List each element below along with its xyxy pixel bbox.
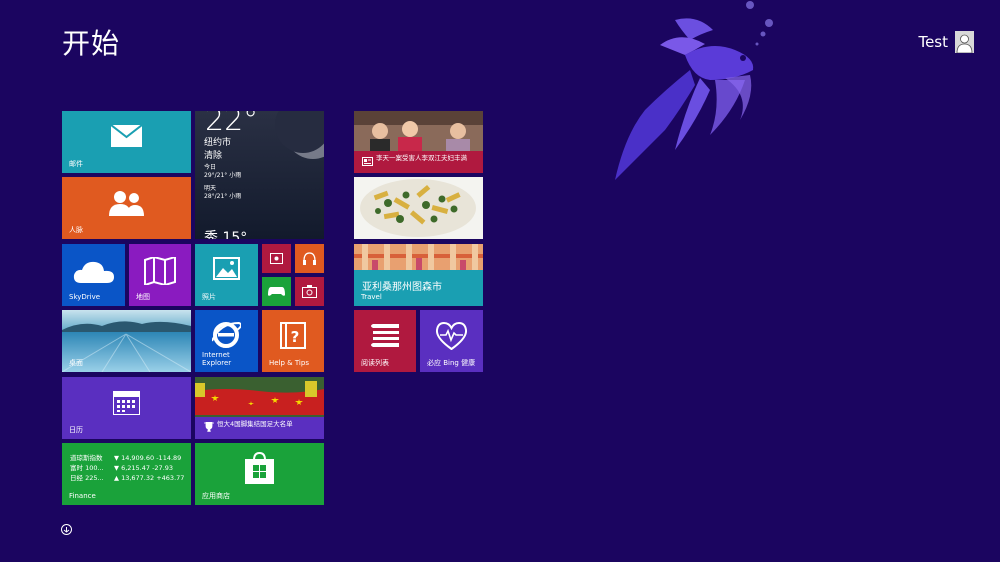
- user-account[interactable]: Test: [918, 31, 974, 53]
- quote-value: ▼ 6,215.47 -27.93: [114, 464, 174, 472]
- tile-games[interactable]: [262, 277, 291, 306]
- newspaper-icon: [362, 157, 373, 166]
- travel-title: 亚利桑那州图森市: [362, 282, 442, 293]
- tile-label: 阅读列表: [361, 359, 389, 367]
- tile-food[interactable]: [354, 177, 483, 239]
- map-icon: [144, 257, 176, 285]
- news-headline: 李天一案受害人李双江夫妇丰满: [376, 154, 467, 162]
- sports-headline-bar: 恒大4国脚集结国足大名单: [195, 417, 324, 439]
- user-name: Test: [918, 33, 948, 51]
- tile-label: 必应 Bing 健康: [427, 359, 476, 367]
- internet-explorer-icon: [212, 321, 241, 348]
- tile-video[interactable]: [262, 244, 291, 273]
- quote-name: 富时 100...: [70, 464, 104, 472]
- avatar-icon: [955, 31, 974, 53]
- weather-today-label: 今日: [204, 164, 217, 171]
- arrow-down-icon: [63, 527, 70, 533]
- people-icon: [109, 191, 144, 216]
- weather-city: 纽约市: [204, 138, 232, 148]
- tile-people[interactable]: 人脉: [62, 177, 191, 239]
- mail-icon: [111, 125, 142, 147]
- tile-ie[interactable]: Internet Explorer: [195, 310, 258, 372]
- tile-label: 应用商店: [202, 492, 230, 500]
- all-apps-down-arrow-button[interactable]: [61, 524, 72, 535]
- weather-partial: 秀 15°: [204, 230, 248, 239]
- quote-name: 道琼斯指数: [70, 454, 103, 462]
- weather-tomorrow-label: 明天: [204, 185, 217, 192]
- help-book-icon: ?: [280, 322, 306, 349]
- svg-text:?: ?: [291, 328, 300, 346]
- video-icon: [270, 253, 283, 264]
- weather-tomorrow-value: 28°/21° 小雨: [204, 193, 242, 200]
- food-pasta-photo: [354, 177, 483, 239]
- quote-value: ▼ 14,909.60 -114.89: [114, 454, 182, 462]
- store-bag-icon: [245, 452, 274, 484]
- tile-help[interactable]: ? Help & Tips: [262, 310, 324, 372]
- tile-label: Help & Tips: [269, 359, 309, 367]
- tile-reading-list[interactable]: 阅读列表: [354, 310, 416, 372]
- tile-camera[interactable]: [295, 277, 324, 306]
- news-photo: [354, 111, 483, 151]
- tile-label: SkyDrive: [69, 293, 101, 301]
- tile-store[interactable]: 应用商店: [195, 443, 324, 505]
- tile-label: Internet Explorer: [202, 351, 232, 367]
- calendar-icon: [113, 391, 140, 415]
- tile-mail[interactable]: 邮件: [62, 111, 191, 173]
- sports-team-photo: [195, 377, 324, 419]
- tile-maps[interactable]: 地图: [129, 244, 191, 306]
- reading-list-icon: [371, 324, 399, 347]
- travel-photo: [354, 244, 483, 270]
- sports-headline: 恒大4国脚集结国足大名单: [217, 420, 293, 428]
- gamepad-icon: [268, 287, 285, 296]
- camera-icon: [302, 285, 317, 298]
- tile-label: Finance: [69, 492, 96, 500]
- tile-health[interactable]: 必应 Bing 健康: [420, 310, 483, 372]
- tile-label: 邮件: [69, 160, 83, 168]
- tile-sports[interactable]: 恒大4国脚集结国足大名单: [195, 377, 324, 439]
- weather-temperature: 22°: [205, 111, 259, 138]
- tile-finance[interactable]: 道琼斯指数 ▼ 14,909.60 -114.89 富时 100... ▼ 6,21…: [62, 443, 191, 505]
- news-headline-bar: 李天一案受害人李双江夫妇丰满: [354, 151, 483, 173]
- tile-music[interactable]: [295, 244, 324, 273]
- tile-label: 地图: [136, 293, 150, 301]
- tile-label: 日历: [69, 426, 83, 434]
- finance-quotes: 道琼斯指数 ▼ 14,909.60 -114.89 富时 100... ▼ 6,21…: [70, 453, 184, 483]
- tile-skydrive[interactable]: SkyDrive: [62, 244, 125, 306]
- trophy-icon: [204, 422, 214, 432]
- tile-label: 照片: [202, 293, 216, 301]
- cloud-icon: [73, 261, 114, 283]
- tile-label: 桌面: [69, 359, 83, 367]
- tile-desktop[interactable]: 桌面: [62, 310, 191, 372]
- tile-travel[interactable]: 亚利桑那州图森市 Travel: [354, 244, 483, 306]
- tile-calendar[interactable]: 日历: [62, 377, 191, 439]
- headphones-icon: [303, 252, 316, 265]
- tile-label: Travel: [361, 293, 382, 301]
- tile-photos[interactable]: 照片: [195, 244, 258, 306]
- photo-icon: [213, 257, 240, 280]
- page-title: 开始: [62, 27, 121, 60]
- tile-news[interactable]: 李天一案受害人李双江夫妇丰满: [354, 111, 483, 173]
- tile-label: 人脉: [69, 226, 83, 234]
- quote-name: 日经 225...: [70, 474, 104, 482]
- quote-value: ▲ 13,677.32 +463.77: [114, 474, 185, 482]
- weather-today-value: 29°/21° 小雨: [204, 172, 242, 179]
- betta-fish-icon: [615, 1, 773, 180]
- tile-weather[interactable]: 22° 纽约市 清除 今日 29°/21° 小雨 明天 28°/21° 小雨 秀…: [195, 111, 324, 239]
- heart-pulse-icon: [436, 322, 467, 350]
- weather-condition: 清除: [204, 151, 223, 161]
